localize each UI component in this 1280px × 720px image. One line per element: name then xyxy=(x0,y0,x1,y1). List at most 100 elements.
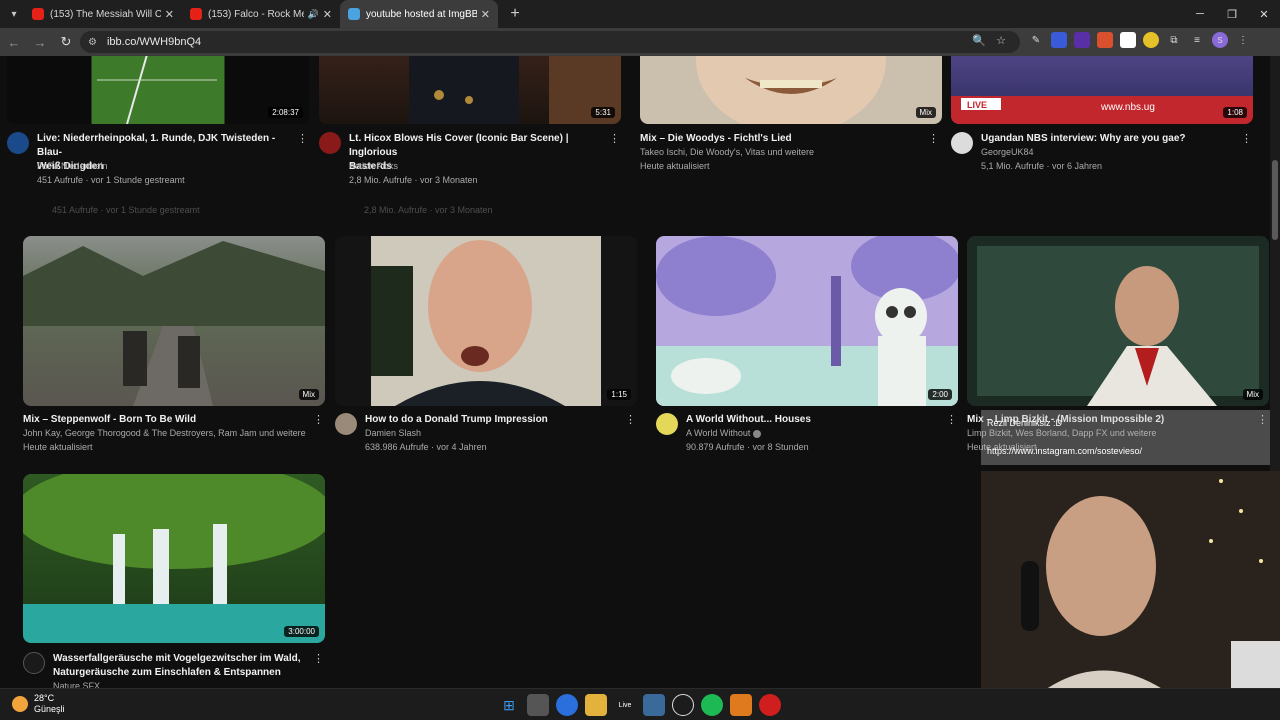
channel-name[interactable]: GeorgeUK84 xyxy=(981,146,1243,159)
zoom-icon[interactable]: 🔍 xyxy=(972,34,986,47)
chrome-icon[interactable] xyxy=(556,694,578,716)
tab-falco[interactable]: (153) Falco - Rock Me Amade 🔊 ✕ xyxy=(182,0,340,28)
file-explorer-icon[interactable] xyxy=(585,694,607,716)
duration-badge: 1:08 xyxy=(1223,107,1247,118)
live-app-icon[interactable]: Live xyxy=(614,694,636,716)
tab-messiah[interactable]: (153) The Messiah Will Come Ag ✕ xyxy=(24,0,182,28)
channel-name[interactable]: A World Without xyxy=(686,427,948,440)
address-bar[interactable]: ⚙ ibb.co/WWH9bnQ4 🔍 ☆ xyxy=(80,31,1020,53)
ghost-stats-text: 2,8 Mio. Aufrufe · vor 3 Monaten xyxy=(364,205,493,215)
channel-name[interactable]: Nature SFX xyxy=(53,680,315,688)
tab-search-icon[interactable]: ▾ xyxy=(4,4,24,24)
channel-name[interactable]: Action Picks xyxy=(349,160,611,173)
channel-avatar[interactable] xyxy=(319,132,341,154)
scrollbar-thumb[interactable] xyxy=(1272,160,1278,240)
video-title[interactable]: Mix – Die Woodys - Fichtl's Lied xyxy=(640,132,892,146)
more-actions-icon[interactable]: ⋮ xyxy=(625,413,636,426)
tab-title: (153) The Messiah Will Come Ag xyxy=(50,8,161,20)
video-thumbnail[interactable]: 5:31 xyxy=(319,56,621,124)
video-thumbnail[interactable]: 2:08:37 xyxy=(7,56,309,124)
pen-extension-icon[interactable]: ✎ xyxy=(1028,32,1044,48)
more-actions-icon[interactable]: ⋮ xyxy=(609,132,620,145)
white-extension-icon[interactable] xyxy=(1120,32,1136,48)
channel-avatar[interactable] xyxy=(335,413,357,435)
bookmark-star-icon[interactable]: ☆ xyxy=(996,34,1006,47)
window-controls: ─ ❐ ✕ xyxy=(1184,0,1280,28)
site-info-icon[interactable]: ⚙ xyxy=(88,37,97,48)
more-actions-icon[interactable]: ⋮ xyxy=(297,132,308,145)
tab-imgbb[interactable]: youtube hosted at ImgBB — Im ✕ xyxy=(340,0,498,28)
duration-badge: 1:15 xyxy=(607,389,631,400)
video-title[interactable]: Mix – Steppenwolf - Born To Be Wild xyxy=(23,413,275,427)
video-thumbnail[interactable]: Mix xyxy=(640,56,942,124)
overlay-name-text: Rezil Deniniksiz :D xyxy=(987,418,1063,428)
channel-name[interactable]: Takeo Ischi, Die Woody's, Vitas und weit… xyxy=(640,146,902,159)
tab-title: (153) Falco - Rock Me Amade xyxy=(208,8,304,20)
minimize-icon[interactable]: ─ xyxy=(1184,0,1216,28)
orange-extension-icon[interactable] xyxy=(1097,32,1113,48)
channel-name[interactable]: Damien Slash xyxy=(365,427,627,440)
profile-avatar[interactable]: S xyxy=(1212,32,1228,48)
close-tab-icon[interactable]: ✕ xyxy=(481,8,490,21)
channel-name[interactable]: John Kay, George Thorogood & The Destroy… xyxy=(23,427,313,440)
purple-extension-icon[interactable] xyxy=(1074,32,1090,48)
stream-overlay: Rezil Deniniksiz :D https://www.instagra… xyxy=(981,410,1270,465)
speaker-icon[interactable]: 🔊 xyxy=(308,9,319,20)
channel-name[interactable]: FuPa Niederrhein xyxy=(37,160,299,173)
music-video-image xyxy=(977,246,1259,406)
overlay-url-text: https://www.instagram.com/sostevieso/ xyxy=(987,446,1143,456)
live-label: LIVE xyxy=(967,100,987,110)
spotify-icon[interactable] xyxy=(701,694,723,716)
obs-icon[interactable] xyxy=(672,694,694,716)
browser-menu-icon[interactable]: ⋮ xyxy=(1235,32,1251,48)
more-actions-icon[interactable]: ⋮ xyxy=(946,413,957,426)
more-actions-icon[interactable]: ⋮ xyxy=(1241,132,1252,145)
video-thumbnail[interactable]: Mix xyxy=(23,236,325,406)
media-control-icon[interactable]: ≡ xyxy=(1189,32,1205,48)
video-stats: 638.986 Aufrufe · vor 4 Jahren xyxy=(365,442,487,452)
youtube-app-icon[interactable] xyxy=(759,694,781,716)
video-title[interactable]: A World Without... Houses xyxy=(686,413,938,427)
extensions-puzzle-icon[interactable]: ⧉ xyxy=(1166,32,1182,48)
channel-avatar[interactable] xyxy=(951,132,973,154)
close-window-icon[interactable]: ✕ xyxy=(1248,0,1280,28)
new-tab-button[interactable]: + xyxy=(504,3,526,25)
store-app-icon[interactable] xyxy=(730,694,752,716)
news-broadcast-image: LIVE www.nbs.ug xyxy=(951,96,1253,124)
camera-extension-icon[interactable] xyxy=(1051,32,1067,48)
monitor-app-icon[interactable] xyxy=(643,694,665,716)
close-tab-icon[interactable]: ✕ xyxy=(323,8,332,21)
verified-badge-icon xyxy=(752,429,761,438)
forward-icon[interactable]: → xyxy=(28,30,52,54)
task-view-icon[interactable] xyxy=(527,694,549,716)
video-thumbnail[interactable]: 1:15 xyxy=(335,236,637,406)
windows-taskbar: 28°C Güneşli ⊞ Live xyxy=(0,688,1280,720)
channel-avatar[interactable] xyxy=(656,413,678,435)
url-text: ibb.co/WWH9bnQ4 xyxy=(106,36,202,48)
channel-avatar[interactable] xyxy=(7,132,29,154)
more-actions-icon[interactable]: ⋮ xyxy=(928,132,939,145)
video-stats: Heute aktualisiert xyxy=(640,161,710,171)
yellow-extension-icon[interactable] xyxy=(1143,32,1159,48)
reload-icon[interactable]: ↻ xyxy=(54,30,78,54)
back-icon[interactable]: ← xyxy=(2,30,26,54)
close-tab-icon[interactable]: ✕ xyxy=(165,8,174,21)
more-actions-icon[interactable]: ⋮ xyxy=(313,413,324,426)
video-thumbnail[interactable]: 3:00:00 xyxy=(23,474,325,643)
duration-badge: Mix xyxy=(915,107,936,118)
video-thumbnail[interactable]: LIVE www.nbs.ug 1:08 xyxy=(951,56,1253,124)
browser-tab-strip: ▾ (153) The Messiah Will Come Ag ✕ (153)… xyxy=(0,0,1280,28)
more-actions-icon[interactable]: ⋮ xyxy=(313,652,324,665)
video-title[interactable]: Wasserfallgeräusche mit Vogelgezwitscher… xyxy=(53,652,315,680)
ghost-stats-text: 451 Aufrufe · vor 1 Stunde gestreamt xyxy=(52,205,200,215)
windows-start-icon[interactable]: ⊞ xyxy=(498,694,520,716)
video-thumbnail[interactable]: Mix xyxy=(967,236,1269,406)
weather-widget[interactable]: 28°C Güneşli xyxy=(12,693,65,715)
video-title[interactable]: Ugandan NBS interview: Why are you gae? xyxy=(981,132,1233,146)
video-thumbnail[interactable]: 2:00 xyxy=(656,236,958,406)
webcam-feed xyxy=(981,471,1280,720)
restore-icon[interactable]: ❐ xyxy=(1216,0,1248,28)
channel-avatar[interactable] xyxy=(23,652,45,674)
duration-badge: 2:08:37 xyxy=(268,107,303,118)
video-title[interactable]: How to do a Donald Trump Impression xyxy=(365,413,617,427)
